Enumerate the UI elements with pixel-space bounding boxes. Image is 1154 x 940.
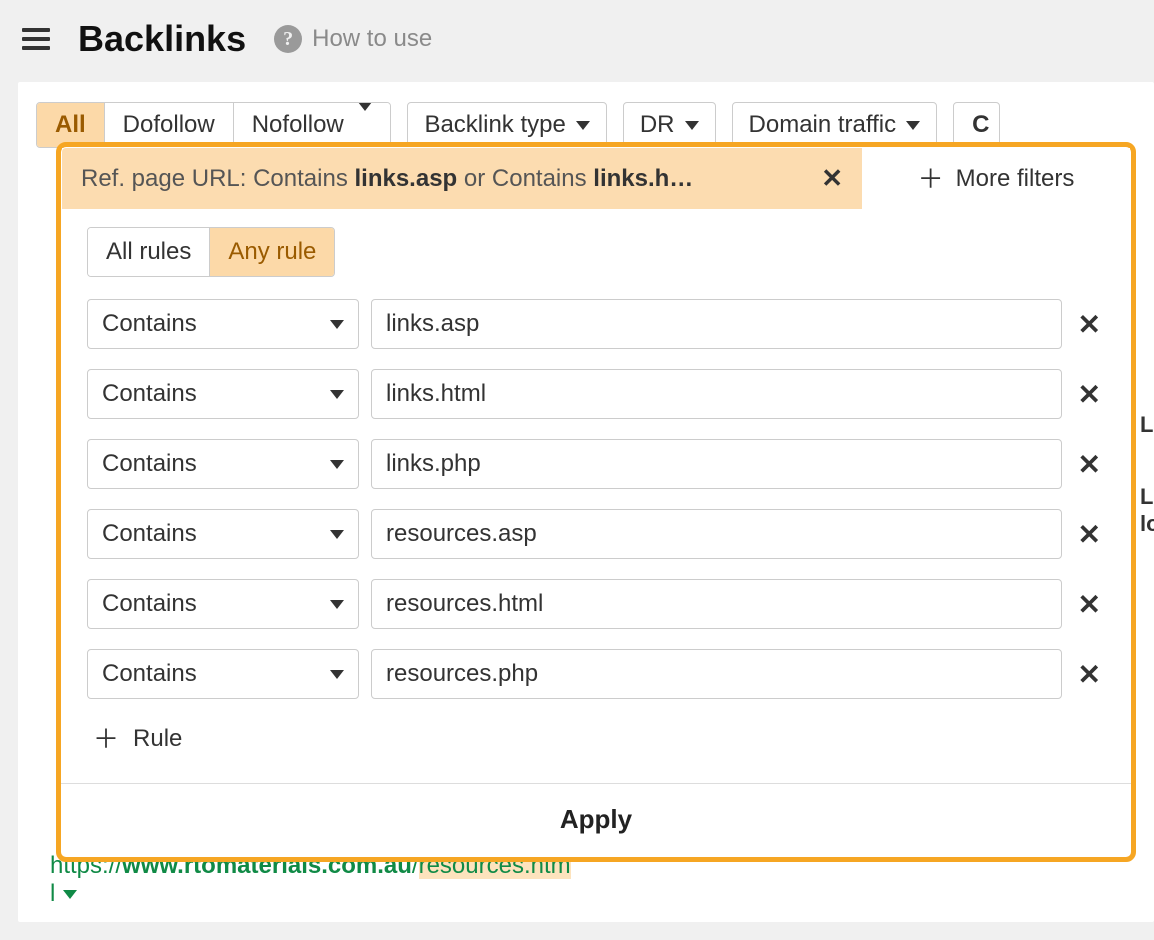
rule-row: Contains ✕ bbox=[87, 509, 1105, 559]
chevron-down-icon bbox=[685, 121, 699, 130]
close-icon[interactable]: ✕ bbox=[1074, 518, 1105, 551]
chevron-down-icon bbox=[576, 121, 590, 130]
seg-nofollow-label: Nofollow bbox=[252, 111, 344, 138]
match-any-rule[interactable]: Any rule bbox=[210, 228, 334, 276]
seg-all[interactable]: All bbox=[37, 103, 105, 147]
menu-icon[interactable] bbox=[22, 28, 50, 50]
chevron-down-icon bbox=[330, 320, 344, 329]
seg-dofollow[interactable]: Dofollow bbox=[105, 103, 234, 147]
rule-value-input[interactable] bbox=[371, 369, 1062, 419]
plus-icon: ＋ bbox=[93, 726, 119, 752]
rule-operator-select[interactable]: Contains bbox=[87, 369, 359, 419]
chevron-down-icon bbox=[330, 600, 344, 609]
filter-panel: All rules Any rule Contains✕Contains✕Con… bbox=[56, 142, 1136, 862]
chevron-down-icon bbox=[330, 390, 344, 399]
help-icon: ? bbox=[274, 25, 302, 53]
rule-row: Contains ✕ bbox=[87, 369, 1105, 419]
close-icon[interactable]: ✕ bbox=[1074, 378, 1105, 411]
rule-row: Contains ✕ bbox=[87, 439, 1105, 489]
active-filter-chip[interactable]: Ref. page URL: Contains links.asp or Con… bbox=[62, 148, 862, 209]
how-to-use-label: How to use bbox=[312, 25, 432, 53]
rule-value-input[interactable] bbox=[371, 509, 1062, 559]
table-header-peek: L L lo bbox=[1140, 412, 1154, 537]
chevron-down-icon bbox=[330, 530, 344, 539]
add-rule-button[interactable]: ＋ Rule bbox=[87, 719, 182, 777]
seg-nofollow[interactable]: Nofollow bbox=[234, 103, 391, 147]
rule-match-toggle: All rules Any rule bbox=[87, 227, 335, 277]
more-filters-button[interactable]: ＋ More filters bbox=[862, 148, 1130, 209]
rule-value-input[interactable] bbox=[371, 299, 1062, 349]
chevron-down-icon bbox=[906, 121, 920, 130]
rule-value-input[interactable] bbox=[371, 649, 1062, 699]
close-icon[interactable]: ✕ bbox=[1074, 588, 1105, 621]
how-to-use-link[interactable]: ? How to use bbox=[274, 25, 432, 53]
rule-operator-select[interactable]: Contains bbox=[87, 509, 359, 559]
plus-icon: ＋ bbox=[918, 166, 944, 192]
match-all-rules[interactable]: All rules bbox=[88, 228, 210, 276]
apply-button[interactable]: Apply bbox=[61, 783, 1131, 857]
page-header: Backlinks ? How to use bbox=[0, 0, 1154, 82]
rule-operator-select[interactable]: Contains bbox=[87, 579, 359, 629]
rule-operator-select[interactable]: Contains bbox=[87, 299, 359, 349]
rules-list: Contains✕Contains✕Contains✕Contains✕Cont… bbox=[87, 299, 1105, 699]
rule-row: Contains ✕ bbox=[87, 649, 1105, 699]
close-icon[interactable]: ✕ bbox=[1074, 658, 1105, 691]
rule-row: Contains ✕ bbox=[87, 579, 1105, 629]
main-card: All Dofollow Nofollow Backlink type DR D… bbox=[18, 82, 1154, 922]
rule-value-input[interactable] bbox=[371, 439, 1062, 489]
page-title: Backlinks bbox=[78, 18, 246, 60]
close-icon[interactable]: ✕ bbox=[1074, 448, 1105, 481]
close-icon[interactable]: ✕ bbox=[1074, 308, 1105, 341]
rule-operator-select[interactable]: Contains bbox=[87, 649, 359, 699]
chevron-down-icon bbox=[330, 670, 344, 679]
chevron-down-icon bbox=[330, 460, 344, 469]
chevron-down-icon bbox=[358, 102, 372, 138]
rule-value-input[interactable] bbox=[371, 579, 1062, 629]
chevron-down-icon[interactable] bbox=[63, 890, 77, 899]
active-filter-bar: Ref. page URL: Contains links.asp or Con… bbox=[62, 148, 1130, 209]
rule-operator-select[interactable]: Contains bbox=[87, 439, 359, 489]
close-icon[interactable]: ✕ bbox=[821, 163, 843, 194]
rule-row: Contains ✕ bbox=[87, 299, 1105, 349]
